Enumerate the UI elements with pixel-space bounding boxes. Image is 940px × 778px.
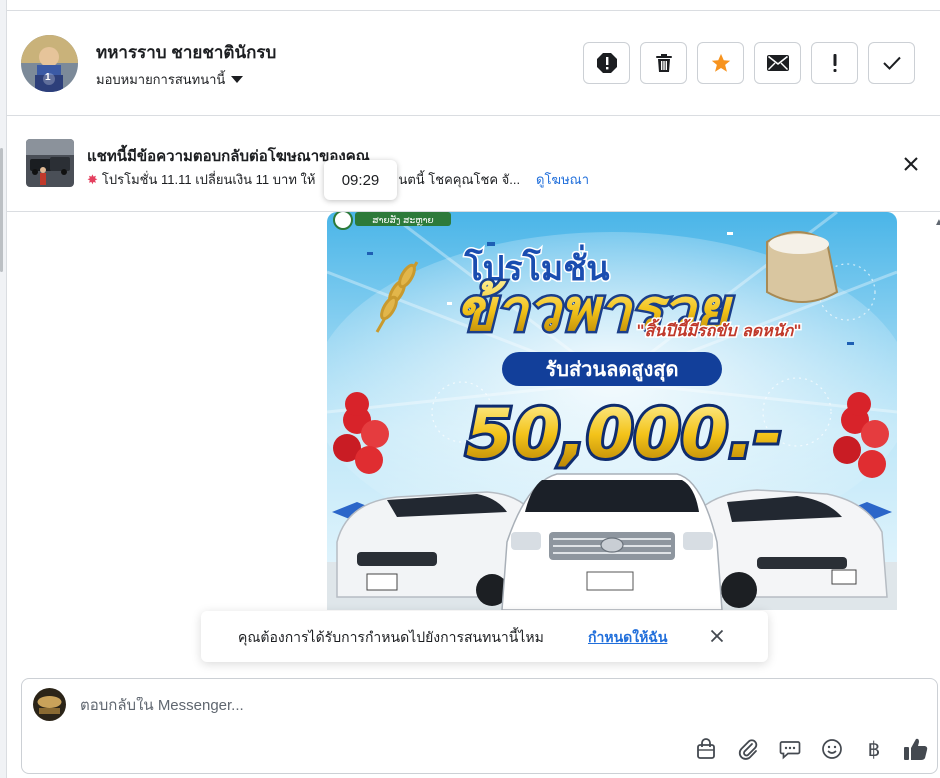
reply-composer: ฿ [21, 678, 938, 774]
view-ad-link[interactable]: ดูโฆษณา [536, 169, 589, 190]
dismiss-prompt-button[interactable] [707, 626, 727, 646]
ad-description-start: โปรโมชั่น 11.11 เปลี่ยนเงิน 11 บาท ให้ [101, 172, 316, 187]
paperclip-icon [738, 739, 758, 760]
left-scrollbar[interactable] [0, 148, 3, 272]
thread-scrollbar[interactable]: ▲ [934, 217, 940, 657]
assign-conversation-dropdown[interactable]: มอบหมายการสนทนานี้ [96, 69, 244, 90]
composer-tools: ฿ [685, 735, 937, 763]
saved-reply-button[interactable] [769, 735, 811, 763]
envelope-icon [766, 55, 789, 71]
emoji-button[interactable] [811, 735, 853, 763]
mark-unread-button[interactable] [754, 42, 801, 84]
ad-description: ✸ โปรโมชั่น 11.11 เปลี่ยนเงิน 11 บาท ให้… [87, 169, 520, 190]
checkmark-icon [882, 56, 901, 70]
saved-reply-icon [779, 741, 801, 760]
trash-icon [655, 54, 672, 72]
promo-tagline: "สิ้นปีนี้มีรถขับ ลดหนัก" [636, 318, 801, 340]
emoji-icon [822, 739, 842, 759]
avatar-badge: 1 [45, 72, 51, 83]
mark-done-button[interactable] [868, 42, 915, 84]
sparkle-burst-icon: ✸ [87, 171, 98, 187]
close-icon [904, 157, 918, 171]
caret-down-icon [231, 76, 244, 83]
like-button[interactable] [895, 735, 937, 763]
assign-label: มอบหมายการสนทนานี้ [96, 72, 226, 87]
star-button[interactable] [697, 42, 744, 84]
message-thread[interactable]: ສາຍສັງ ສະຫຼາຍ โปรโมชั่น ข้าวพารวย "สิ้นป… [7, 212, 940, 674]
promo-amount: 50,000.- [466, 395, 782, 474]
promo-discount-label: รับส่วนลดสูงสุด [546, 357, 679, 383]
close-icon [710, 629, 724, 643]
assign-to-me-prompt: คุณต้องการได้รับการกำหนดไปยังการสนทนานี้… [201, 611, 768, 662]
assign-to-me-link[interactable]: กำหนดให้ฉัน [588, 627, 667, 649]
exclamation-icon [833, 54, 836, 72]
attach-button[interactable] [727, 735, 769, 763]
header-actions [583, 42, 915, 84]
shopping-bag-button[interactable] [685, 735, 727, 763]
page-avatar [33, 688, 66, 721]
contact-name[interactable]: ทหารราบ ชายชาตินักรบ [96, 39, 276, 66]
left-panel-edge [0, 0, 7, 778]
contact-avatar[interactable]: 1 [21, 35, 78, 92]
assign-prompt-question: คุณต้องการได้รับการกำหนดไปยังการสนทนานี้… [238, 629, 544, 645]
spam-button[interactable] [583, 42, 630, 84]
ad-description-end: นตนี้ โชคคุณโชค จั... [398, 172, 521, 187]
follow-up-button[interactable] [811, 42, 858, 84]
close-banner-button[interactable] [900, 153, 922, 175]
ad-reply-banner: แชทนี้มีข้อความตอบกลับต่อโฆษณาของคุณ ✸ โ… [7, 117, 940, 212]
ad-thumbnail[interactable] [26, 139, 74, 187]
shopping-bag-icon [697, 738, 715, 759]
scroll-up-arrow-icon[interactable]: ▲ [934, 217, 940, 228]
conversation-header: 1 ทหารราบ ชายชาตินักรบ มอบหมายการสนทนานี… [7, 11, 940, 116]
delete-button[interactable] [640, 42, 687, 84]
star-icon [711, 53, 730, 72]
octagon-alert-icon [596, 53, 617, 73]
thumbs-up-icon [904, 738, 928, 760]
promo-logo-text: ສາຍສັງ ສະຫຼາຍ [372, 215, 433, 226]
payment-button[interactable]: ฿ [853, 735, 895, 763]
promo-image[interactable]: ສາຍສັງ ສະຫຼາຍ โปรโมชั่น ข้าวพารวย "สิ้นป… [327, 212, 897, 610]
baht-icon: ฿ [867, 737, 881, 761]
timestamp-tooltip: 09:29 [324, 160, 397, 200]
reply-input[interactable] [80, 697, 680, 714]
